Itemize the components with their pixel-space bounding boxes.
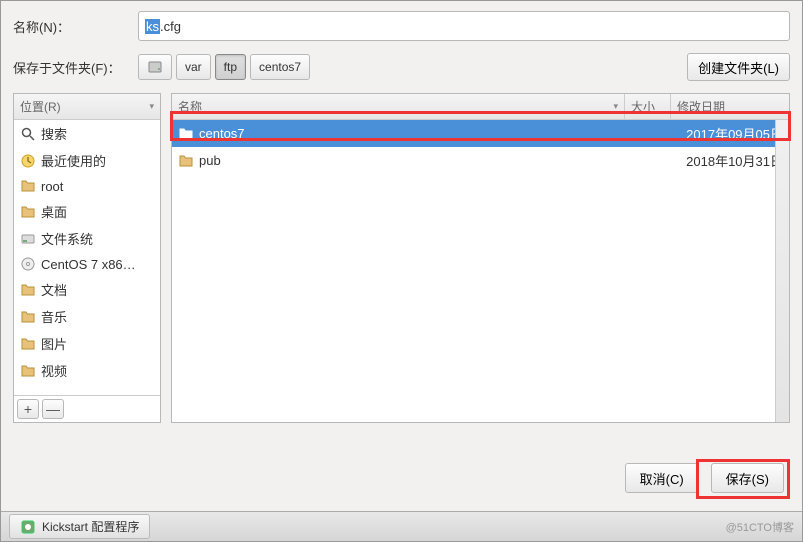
folder-icon bbox=[20, 336, 36, 352]
folder-icon bbox=[20, 178, 36, 194]
sidebar-item-label: root bbox=[41, 179, 63, 194]
folder-icon bbox=[20, 309, 36, 325]
sort-indicator-icon: ▾ bbox=[613, 101, 618, 112]
places-list: 搜索最近使用的 root 桌面文件系统 CentOS 7 x86… 文档音乐图片视频 bbox=[14, 120, 160, 395]
sidebar-item-6[interactable]: 文档 bbox=[14, 276, 160, 303]
column-date-header[interactable]: 修改日期 bbox=[671, 94, 789, 119]
file-name: centos7 bbox=[199, 126, 245, 141]
vertical-scrollbar[interactable] bbox=[775, 120, 789, 422]
sidebar-item-4[interactable]: 文件系统 bbox=[14, 225, 160, 252]
remove-place-button[interactable]: — bbox=[42, 399, 64, 419]
folder-icon bbox=[20, 282, 36, 298]
recent-icon bbox=[20, 153, 36, 169]
breadcrumb-item-1[interactable]: var bbox=[176, 54, 211, 80]
breadcrumb-item-3[interactable]: centos7 bbox=[250, 54, 310, 80]
breadcrumb-item-2[interactable]: ftp bbox=[215, 54, 246, 80]
file-row[interactable]: pub 2018年10月31日 bbox=[172, 147, 789, 174]
folder-icon bbox=[178, 126, 194, 142]
column-size-header[interactable]: 大小 bbox=[625, 94, 671, 119]
chevron-down-icon: ▾ bbox=[149, 101, 154, 112]
sidebar-item-label: 文档 bbox=[41, 280, 67, 299]
cancel-button[interactable]: 取消(C) bbox=[625, 463, 699, 493]
folder-icon bbox=[20, 363, 36, 379]
places-header[interactable]: 位置(R) ▾ bbox=[14, 94, 160, 120]
taskbar: Kickstart 配置程序 @51CTO博客 bbox=[1, 511, 802, 541]
sidebar-item-8[interactable]: 图片 bbox=[14, 330, 160, 357]
sidebar-item-2[interactable]: root bbox=[14, 174, 160, 198]
sidebar-item-5[interactable]: CentOS 7 x86… bbox=[14, 252, 160, 276]
folder-icon bbox=[178, 153, 194, 169]
sidebar-item-1[interactable]: 最近使用的 bbox=[14, 147, 160, 174]
file-name: pub bbox=[199, 153, 221, 168]
sidebar-item-label: 视频 bbox=[41, 361, 67, 380]
name-label: 名称(N)： bbox=[13, 17, 138, 36]
sidebar-item-label: 最近使用的 bbox=[41, 151, 106, 170]
sidebar-item-3[interactable]: 桌面 bbox=[14, 198, 160, 225]
taskbar-app-button[interactable]: Kickstart 配置程序 bbox=[9, 514, 150, 539]
file-date: 2018年10月31日 bbox=[665, 151, 783, 170]
sidebar-item-label: 桌面 bbox=[41, 202, 67, 221]
sidebar-item-7[interactable]: 音乐 bbox=[14, 303, 160, 330]
places-sidebar: 位置(R) ▾ 搜索最近使用的 root 桌面文件系统 CentOS 7 x86… 文档… bbox=[13, 93, 161, 423]
filename-selected-part: ks bbox=[145, 19, 160, 34]
column-name-header[interactable]: 名称 ▾ bbox=[172, 94, 625, 119]
sidebar-item-label: 搜索 bbox=[41, 124, 67, 143]
file-list-pane: 名称 ▾ 大小 修改日期 centos7 2017年09月05日 pub 2018年1… bbox=[171, 93, 790, 423]
create-folder-button[interactable]: 创建文件夹(L) bbox=[687, 53, 790, 81]
filename-rest-part: .cfg bbox=[160, 19, 181, 34]
breadcrumb-item-0[interactable] bbox=[138, 54, 172, 80]
cd-icon bbox=[20, 256, 36, 272]
save-dialog: 名称(N)： ks.cfg 保存于文件夹(F)： varftpcentos7 创… bbox=[0, 0, 803, 542]
breadcrumb: varftpcentos7 bbox=[138, 54, 310, 80]
watermark: @51CTO博客 bbox=[726, 519, 794, 535]
filename-input[interactable]: ks.cfg bbox=[138, 11, 790, 41]
add-place-button[interactable]: + bbox=[17, 399, 39, 419]
sidebar-item-0[interactable]: 搜索 bbox=[14, 120, 160, 147]
folder-icon bbox=[20, 204, 36, 220]
sidebar-item-label: 文件系统 bbox=[41, 229, 93, 248]
search-icon bbox=[20, 126, 36, 142]
file-row[interactable]: centos7 2017年09月05日 bbox=[172, 120, 789, 147]
sidebar-item-label: 图片 bbox=[41, 334, 67, 353]
file-list-body: centos7 2017年09月05日 pub 2018年10月31日 bbox=[172, 120, 789, 422]
save-button[interactable]: 保存(S) bbox=[711, 463, 784, 493]
app-icon bbox=[20, 519, 36, 535]
savein-label: 保存于文件夹(F)： bbox=[13, 58, 138, 77]
file-date: 2017年09月05日 bbox=[665, 124, 783, 143]
disk-icon bbox=[20, 231, 36, 247]
sidebar-item-9[interactable]: 视频 bbox=[14, 357, 160, 384]
sidebar-item-label: 音乐 bbox=[41, 307, 67, 326]
file-list-header: 名称 ▾ 大小 修改日期 bbox=[172, 94, 789, 120]
sidebar-item-label: CentOS 7 x86… bbox=[41, 257, 136, 272]
hdd-icon bbox=[147, 59, 163, 75]
